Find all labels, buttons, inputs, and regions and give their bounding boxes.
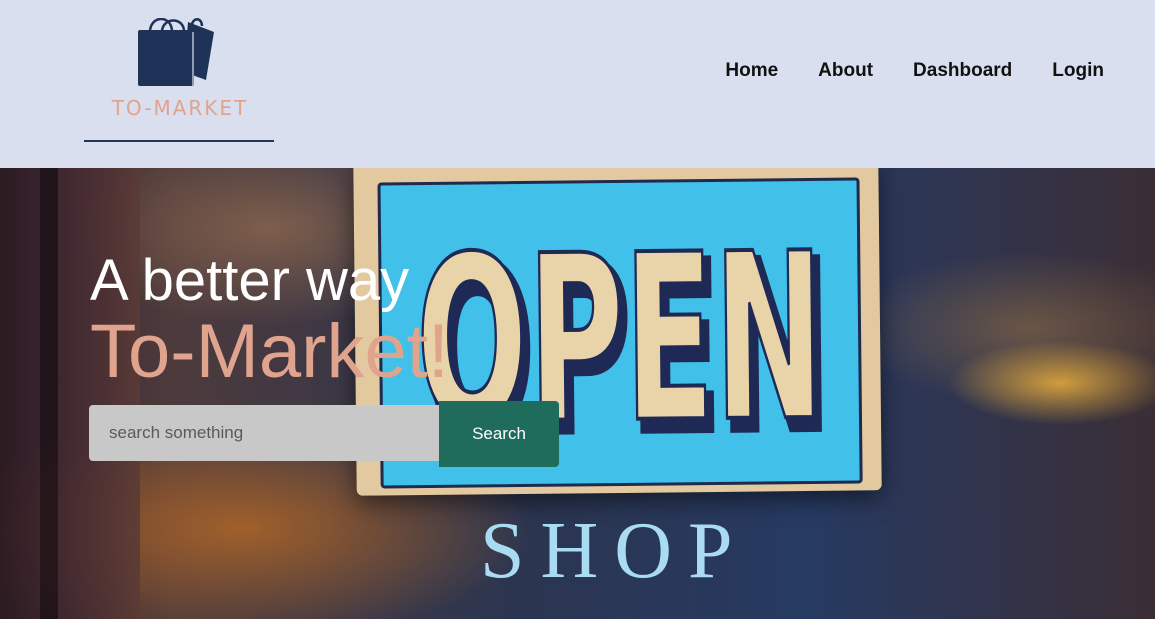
hero-banner: OPEN OPEN SHOP A better way To-Market! S…	[0, 168, 1155, 619]
brand-name: TO-MARKET	[111, 96, 249, 120]
hero-subheadline: To-Market!	[90, 309, 449, 394]
hero-headline: A better way	[90, 248, 410, 313]
brand-logo[interactable]: TO-MARKET	[84, 18, 276, 144]
search-bar: Search	[89, 401, 559, 467]
site-header: TO-MARKET Home About Dashboard Login	[0, 0, 1155, 168]
nav-home-link[interactable]: Home	[725, 60, 778, 82]
nav-about-link[interactable]: About	[818, 60, 873, 82]
nav-login-link[interactable]: Login	[1052, 60, 1104, 82]
nav-dashboard-link[interactable]: Dashboard	[913, 60, 1012, 82]
shop-window-text: SHOP	[480, 507, 749, 595]
main-nav: Home About Dashboard Login	[725, 60, 1104, 82]
search-button[interactable]: Search	[439, 401, 559, 467]
brand-underline	[84, 140, 274, 142]
shopping-bags-icon	[138, 18, 214, 86]
search-input[interactable]	[89, 405, 439, 461]
